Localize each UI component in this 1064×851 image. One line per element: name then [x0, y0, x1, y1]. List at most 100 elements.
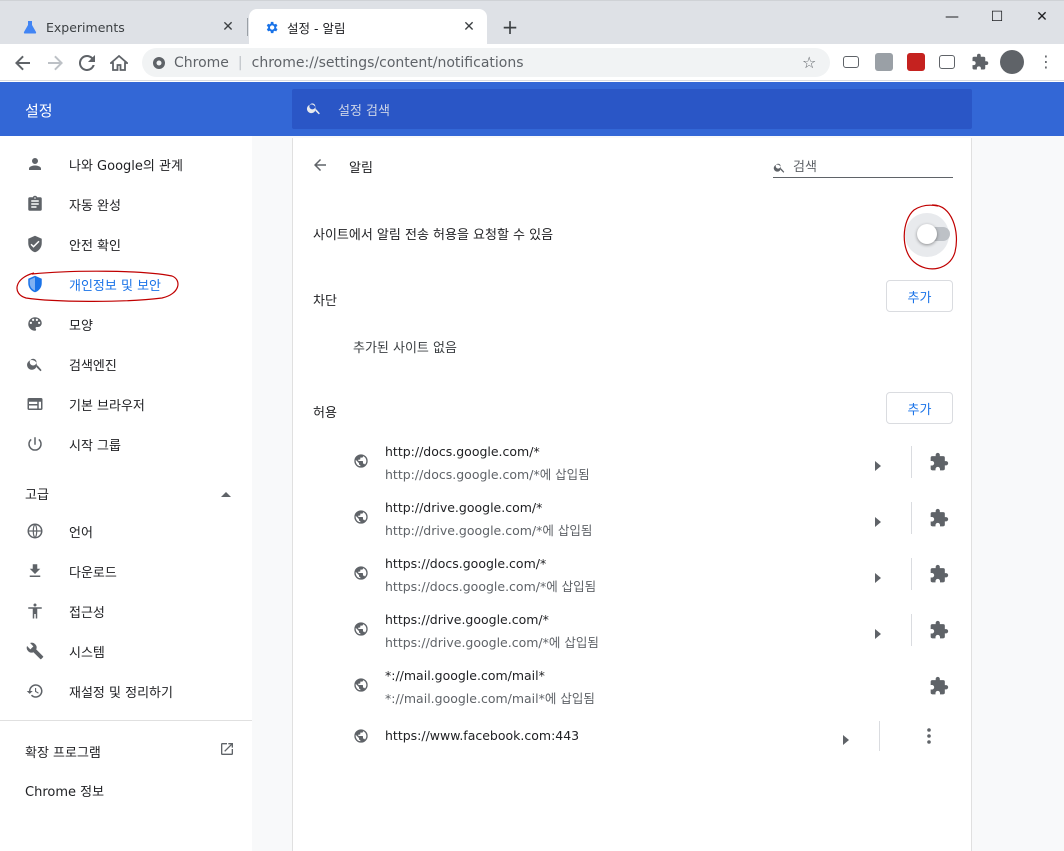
settings-header: 설정 설정 검색: [0, 82, 1064, 136]
extension-puzzle-icon: [929, 452, 949, 472]
sidebar-item-privacy-security[interactable]: 개인정보 및 보안: [0, 264, 252, 304]
omnibox-separator: |: [237, 54, 243, 71]
extensions-label: 확장 프로그램: [25, 745, 101, 761]
download-icon: [25, 561, 45, 581]
arrow-right-icon: [48, 55, 63, 71]
site-row[interactable]: http://docs.google.com/* http://docs.goo…: [345, 434, 953, 490]
notifications-card: 알림 검색 사이트에서 알림 전송 허용을 요청할 수 있음 차단 추가 추가된…: [292, 138, 972, 851]
profile-avatar[interactable]: [1000, 50, 1024, 74]
extension-window-icon[interactable]: [939, 55, 955, 69]
sidebar-item-languages[interactable]: 언어: [0, 511, 252, 551]
sidebar-item-label: 언어: [69, 525, 93, 541]
wrench-icon: [25, 641, 45, 661]
globe-icon: [353, 728, 369, 744]
browser-icon: [25, 394, 45, 414]
caret-right-icon[interactable]: [875, 456, 885, 471]
back-arrow-icon[interactable]: [311, 156, 331, 176]
search-icon: [306, 100, 324, 118]
sidebar-item-extensions[interactable]: 확장 프로그램: [25, 741, 235, 761]
page-subtitle: 알림: [349, 161, 373, 176]
sidebar-item-safety-check[interactable]: 안전 확인: [0, 224, 252, 264]
sidebar-item-search-engine[interactable]: 검색엔진: [0, 344, 252, 384]
sidebar-item-on-startup[interactable]: 시작 그룹: [0, 424, 252, 464]
site-search-field[interactable]: 검색: [773, 154, 953, 178]
caret-right-icon[interactable]: [875, 624, 885, 639]
globe-icon: [353, 509, 369, 525]
sidebar-item-downloads[interactable]: 다운로드: [0, 551, 252, 591]
blocked-empty-text: 추가된 사이트 없음: [353, 341, 457, 356]
sidebar-item-label: 모양: [69, 318, 93, 334]
sidebar-item-label: 재설정 및 정리하기: [69, 685, 173, 701]
advanced-label: 고급: [25, 487, 49, 503]
extensions-puzzle-icon[interactable]: [971, 53, 989, 71]
tab-experiments[interactable]: Experiments ✕: [8, 9, 246, 45]
site-row[interactable]: *://mail.google.com/mail* *://mail.googl…: [345, 658, 953, 714]
more-actions-icon[interactable]: [919, 726, 939, 746]
home-icon: [110, 55, 128, 71]
extension-puzzle-icon: [929, 676, 949, 696]
site-row[interactable]: http://drive.google.com/* http://drive.g…: [345, 490, 953, 546]
star-icon[interactable]: ☆: [802, 53, 820, 72]
blocked-section-label: 차단: [313, 294, 337, 309]
settings-search-field[interactable]: 설정 검색: [292, 89, 972, 129]
close-tab-icon[interactable]: ✕: [220, 19, 236, 35]
extension-cast-icon[interactable]: [843, 56, 859, 68]
extension-pdf-icon[interactable]: [875, 53, 893, 71]
back-button[interactable]: [10, 50, 36, 76]
minimize-button[interactable]: —: [934, 7, 970, 27]
notifications-toggle[interactable]: [917, 224, 950, 244]
sidebar-item-label: 시스템: [69, 645, 105, 661]
forward-button[interactable]: [42, 50, 68, 76]
menu-kebab-icon[interactable]: ⋮: [1038, 53, 1054, 71]
sidebar-item-about-chrome[interactable]: Chrome 정보: [25, 781, 104, 800]
sidebar-item-accessibility[interactable]: 접근성: [0, 591, 252, 631]
globe-icon: [25, 521, 45, 541]
caret-right-icon[interactable]: [875, 568, 885, 583]
tab-strip: Experiments ✕ 설정 - 알림 ✕ + — ☐ ✕: [0, 0, 1064, 45]
site-url: https://www.facebook.com:443: [385, 728, 580, 743]
power-icon: [25, 434, 45, 454]
extension-red-icon[interactable]: [907, 53, 925, 71]
palette-icon: [25, 314, 45, 334]
arrow-left-icon: [15, 55, 30, 71]
caret-right-icon[interactable]: [875, 512, 885, 527]
chevron-up-icon: [221, 486, 231, 501]
sidebar-item-reset[interactable]: 재설정 및 정리하기: [0, 671, 252, 711]
row-divider: [879, 721, 880, 751]
extension-puzzle-icon: [929, 620, 949, 640]
clipboard-icon: [25, 194, 45, 214]
history-icon: [25, 681, 45, 701]
sidebar-item-appearance[interactable]: 모양: [0, 304, 252, 344]
toggle-knob: [917, 224, 937, 244]
reload-icon: [79, 55, 95, 71]
sidebar-item-default-browser[interactable]: 기본 브라우저: [0, 384, 252, 424]
reload-button[interactable]: [74, 50, 100, 76]
sidebar-divider: [0, 720, 252, 721]
site-note: http://docs.google.com/*에 삽입됨: [385, 467, 590, 482]
new-tab-button[interactable]: +: [498, 15, 522, 39]
row-divider: [911, 446, 912, 478]
sidebar-item-system[interactable]: 시스템: [0, 631, 252, 671]
site-row[interactable]: https://www.facebook.com:443: [345, 718, 953, 754]
origin-label: Chrome: [174, 54, 229, 71]
sidebar-item-autofill[interactable]: 자동 완성: [0, 184, 252, 224]
home-button[interactable]: [106, 50, 132, 76]
site-row[interactable]: https://drive.google.com/* https://drive…: [345, 602, 953, 658]
site-row[interactable]: https://docs.google.com/* https://docs.g…: [345, 546, 953, 602]
sidebar-item-label: 접근성: [69, 605, 105, 621]
site-url: http://docs.google.com/*: [385, 444, 540, 459]
caret-right-icon[interactable]: [843, 730, 853, 745]
add-allowed-button[interactable]: 추가: [886, 392, 953, 424]
add-blocked-button[interactable]: 추가: [886, 280, 953, 312]
sidebar-item-label: 자동 완성: [69, 198, 121, 214]
sidebar-item-you-and-google[interactable]: 나와 Google의 관계: [0, 144, 252, 184]
close-window-button[interactable]: ✕: [1024, 7, 1060, 27]
site-note: http://drive.google.com/*에 삽입됨: [385, 523, 593, 538]
address-bar[interactable]: Chrome | chrome://settings/content/notif…: [142, 48, 830, 77]
maximize-button[interactable]: ☐: [979, 7, 1015, 27]
row-divider: [911, 502, 912, 534]
tab-settings-notifications[interactable]: 설정 - 알림 ✕: [249, 9, 487, 45]
sidebar-advanced-toggle[interactable]: 고급: [25, 483, 231, 503]
close-tab-icon[interactable]: ✕: [461, 19, 477, 35]
search-placeholder: 설정 검색: [338, 103, 390, 119]
